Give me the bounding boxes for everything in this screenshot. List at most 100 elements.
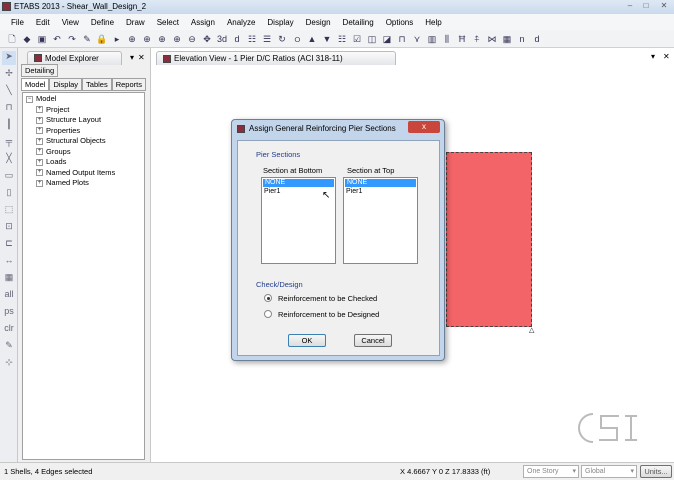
nd-icon[interactable]: ▦ [501,33,513,45]
elevation-view-tab[interactable]: Elevation View - 1 Pier D/C Ratios (ACI … [156,51,396,65]
minimize-button[interactable]: – [622,1,638,11]
redo-icon[interactable]: ↷ [66,33,78,45]
zoom-out-icon[interactable]: ⊕ [156,33,168,45]
menu-display[interactable]: Display [261,18,299,27]
shade-icon[interactable]: ◫ [366,33,378,45]
coord-system-select[interactable]: Global ▾ [581,465,637,478]
draw-floor-icon[interactable]: ▭ [2,170,16,184]
tab-model[interactable]: Model [21,78,50,91]
elev-view-icon[interactable]: ☷ [246,33,258,45]
pencil-icon[interactable]: ✎ [81,33,93,45]
object-shrink-icon[interactable]: ▼ [321,33,333,45]
save-icon[interactable]: ▣ [36,33,48,45]
pointer-icon[interactable]: ➤ [2,51,16,65]
reshape-icon[interactable]: ✢ [2,68,16,82]
close-view-icon[interactable]: ✕ [663,52,670,61]
shear-wall-pier[interactable] [446,152,532,327]
tab-tables[interactable]: Tables [82,78,112,91]
new-icon[interactable]: 🗋 [6,33,18,45]
run-icon[interactable]: ▸ [111,33,123,45]
point-icon[interactable]: Ħ [456,33,468,45]
zoom-extent-icon[interactable]: ⊕ [171,33,183,45]
frame-icon[interactable]: ◪ [381,33,393,45]
tab-detailing[interactable]: Detailing [21,64,59,77]
snap-point-icon[interactable]: ⊹ [2,357,16,371]
tree-item[interactable]: + Properties [26,126,141,137]
menu-edit[interactable]: Edit [30,18,56,27]
snap-icon[interactable]: ✎ [2,340,16,354]
select-box-icon[interactable]: d [531,33,543,45]
menu-view[interactable]: View [56,18,85,27]
tree-item[interactable]: + Structural Objects [26,136,141,147]
menu-detailing[interactable]: Detailing [337,18,380,27]
menu-file[interactable]: File [5,18,30,27]
text-cursor-icon[interactable]: n [516,33,528,45]
tree-item[interactable]: + Loads [26,157,141,168]
dialog-close-button[interactable]: x [408,121,440,133]
tree-item[interactable]: + Named Output Items [26,168,141,179]
expand-icon[interactable]: + [36,179,43,187]
draw-opening-icon[interactable]: ⬚ [2,204,16,218]
wall-icon[interactable]: ⋎ [411,33,423,45]
radio-designed-label[interactable]: Reinforcement to be Designed [278,310,379,319]
menu-options[interactable]: Options [380,18,420,27]
select-all-icon[interactable]: all [2,289,16,303]
model-explorer-tab[interactable]: Model Explorer [27,50,122,65]
expand-icon[interactable]: + [36,169,43,177]
rotate-icon[interactable]: ☰ [261,33,273,45]
units-button[interactable]: Units... [640,465,672,478]
menu-analyze[interactable]: Analyze [221,18,261,27]
expand-icon[interactable]: + [36,148,43,156]
tree-item-model[interactable]: − Model [26,94,141,105]
brace-icon[interactable]: ⊓ [396,33,408,45]
pan-icon[interactable]: ✥ [201,33,213,45]
cancel-button[interactable]: Cancel [354,334,392,347]
collapse-icon[interactable]: − [26,95,33,103]
view-dropdown-icon[interactable]: ▾ [651,52,655,61]
draw-dimension-icon[interactable]: ↔ [2,255,16,269]
ok-button[interactable]: OK [288,334,326,347]
clear-selection-icon[interactable]: clr [2,323,16,337]
list-item[interactable]: NONE [345,179,416,187]
draw-beam-icon[interactable]: ╤ [2,136,16,150]
draw-frame-icon[interactable]: ⊓ [2,102,16,116]
close-panel-icon[interactable]: ✕ [138,53,145,62]
tab-display[interactable]: Display [49,78,83,91]
section-icon[interactable]: ⍏ [471,33,483,45]
section-top-list[interactable]: NONE Pier1 [343,177,418,264]
radio-checked[interactable] [264,294,272,302]
3d-view-icon[interactable]: 3d [216,33,228,45]
menu-design[interactable]: Design [300,18,337,27]
tree-item[interactable]: + Structure Layout [26,115,141,126]
tree-item[interactable]: + Named Plots [26,178,141,189]
tab-reports[interactable]: Reports [111,78,146,91]
floor-icon[interactable]: ▥ [426,33,438,45]
story-select[interactable]: One Story ▾ [523,465,579,478]
list-item[interactable]: NONE [263,179,334,187]
radio-designed[interactable] [264,310,272,318]
zoom-in-icon[interactable]: ⊕ [141,33,153,45]
zoom-prev-icon[interactable]: ⊖ [186,33,198,45]
pin-dropdown-icon[interactable]: ▾ [130,53,134,62]
draw-brace-icon[interactable]: ╳ [2,153,16,167]
move-down-icon[interactable]: ▲ [306,33,318,45]
tree-item[interactable]: + Project [26,105,141,116]
draw-wall-icon[interactable]: ▯ [2,187,16,201]
lock-icon[interactable]: 🔒 [96,33,108,45]
previous-selection-icon[interactable]: ps [2,306,16,320]
draw-column-icon[interactable]: ┃ [2,119,16,133]
menu-select[interactable]: Select [151,18,185,27]
checkbox-icon[interactable]: ☷ [336,33,348,45]
menu-assign[interactable]: Assign [185,18,221,27]
expand-icon[interactable]: + [36,158,43,166]
menu-define[interactable]: Define [85,18,120,27]
draw-grid-icon[interactable]: ▦ [2,272,16,286]
beam-icon[interactable]: ⫼ [441,33,453,45]
perspective-icon[interactable]: ↻ [276,33,288,45]
close-button[interactable]: ✕ [656,1,672,11]
grid-icon[interactable]: ⋈ [486,33,498,45]
radio-checked-label[interactable]: Reinforcement to be Checked [278,294,377,303]
expand-icon[interactable]: + [36,137,43,145]
expand-icon[interactable]: + [36,127,43,135]
open-icon[interactable]: ◆ [21,33,33,45]
